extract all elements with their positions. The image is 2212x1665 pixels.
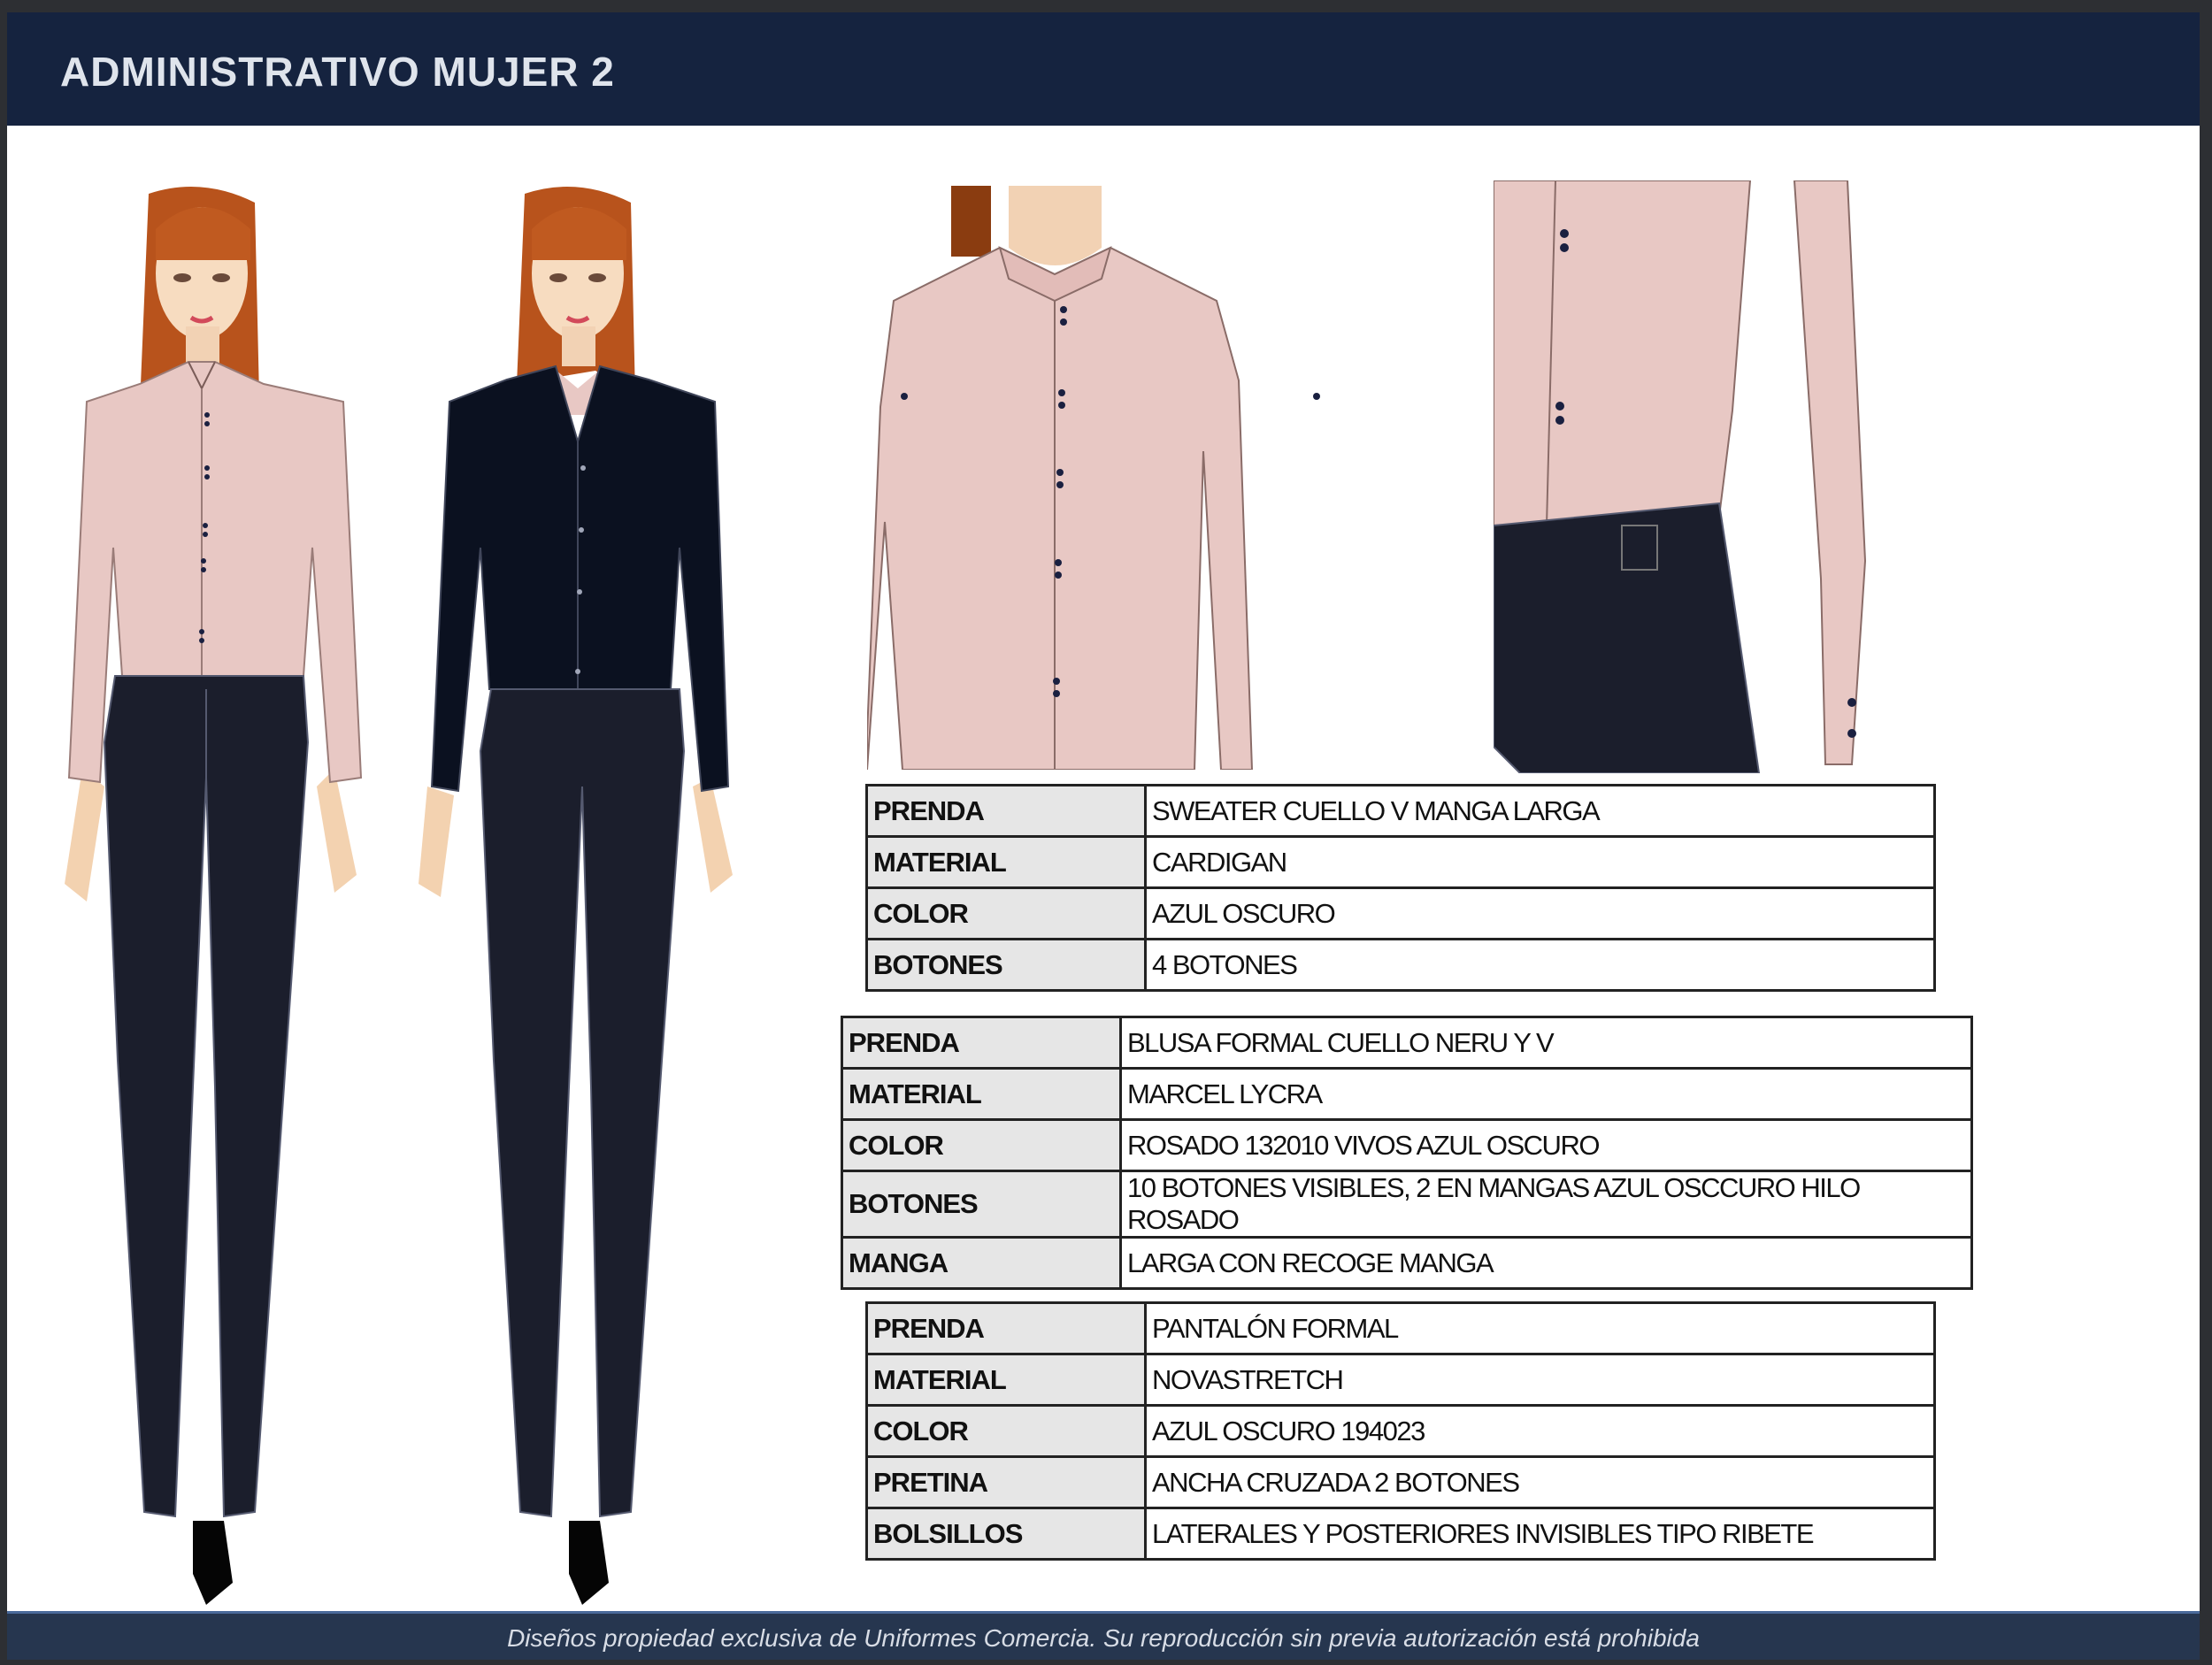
spec-label: MATERIAL bbox=[865, 1353, 1147, 1407]
table-row: MANGA LARGA CON RECOGE MANGA bbox=[841, 1236, 1973, 1290]
table-row: PRENDA PANTALÓN FORMAL bbox=[865, 1301, 1936, 1355]
spec-value: BLUSA FORMAL CUELLO NERU Y V bbox=[1119, 1016, 1973, 1070]
spec-label: BOTONES bbox=[841, 1170, 1122, 1239]
figure-cardigan-outfit bbox=[419, 187, 733, 1605]
table-row: MATERIAL NOVASTRETCH bbox=[865, 1353, 1936, 1407]
table-row: PRENDA BLUSA FORMAL CUELLO NERU Y V bbox=[841, 1016, 1973, 1070]
spec-value: SWEATER CUELLO V MANGA LARGA bbox=[1144, 784, 1936, 838]
spec-label: MANGA bbox=[841, 1236, 1122, 1290]
spec-label: PRENDA bbox=[841, 1016, 1122, 1070]
table-row: BOLSILLOS LATERALES Y POSTERIORES INVISI… bbox=[865, 1507, 1936, 1561]
spec-table-pants: PRENDA PANTALÓN FORMAL MATERIAL NOVASTRE… bbox=[865, 1301, 1936, 1561]
spec-value: AZUL OSCURO 194023 bbox=[1144, 1404, 1936, 1458]
table-row: MATERIAL MARCEL LYCRA bbox=[841, 1067, 1973, 1121]
copyright-notice: Diseños propiedad exclusiva de Uniformes… bbox=[507, 1624, 1700, 1652]
blouse-detail-side bbox=[1494, 180, 1867, 773]
table-row: PRETINA ANCHA CRUZADA 2 BOTONES bbox=[865, 1455, 1936, 1509]
table-row: BOTONES 10 BOTONES VISIBLES, 2 EN MANGAS… bbox=[841, 1170, 1973, 1239]
table-row: PRENDA SWEATER CUELLO V MANGA LARGA bbox=[865, 784, 1936, 838]
spec-value: AZUL OSCURO bbox=[1144, 886, 1936, 940]
spec-label: COLOR bbox=[865, 1404, 1147, 1458]
table-row: COLOR AZUL OSCURO bbox=[865, 886, 1936, 940]
spec-table-sweater: PRENDA SWEATER CUELLO V MANGA LARGA MATE… bbox=[865, 784, 1936, 992]
spec-label: PRENDA bbox=[865, 784, 1147, 838]
spec-label: BOTONES bbox=[865, 938, 1147, 992]
table-row: MATERIAL CARDIGAN bbox=[865, 835, 1936, 889]
footer-bar: Diseños propiedad exclusiva de Uniformes… bbox=[7, 1611, 2200, 1660]
spec-value: CARDIGAN bbox=[1144, 835, 1936, 889]
spec-value: 4 BOTONES bbox=[1144, 938, 1936, 992]
page-title: ADMINISTRATIVO MUJER 2 bbox=[60, 49, 615, 95]
spec-table-blouse: PRENDA BLUSA FORMAL CUELLO NERU Y V MATE… bbox=[841, 1016, 1973, 1290]
spec-label: PRETINA bbox=[865, 1455, 1147, 1509]
spec-value: NOVASTRETCH bbox=[1144, 1353, 1936, 1407]
spec-label: MATERIAL bbox=[841, 1067, 1122, 1121]
spec-value: LATERALES Y POSTERIORES INVISIBLES TIPO … bbox=[1144, 1507, 1936, 1561]
spec-value: LARGA CON RECOGE MANGA bbox=[1119, 1236, 1973, 1290]
blouse-detail-front bbox=[867, 186, 1320, 770]
spec-label: MATERIAL bbox=[865, 835, 1147, 889]
table-row: BOTONES 4 BOTONES bbox=[865, 938, 1936, 992]
spec-value: 10 BOTONES VISIBLES, 2 EN MANGAS AZUL OS… bbox=[1119, 1170, 1973, 1239]
header-bar: ADMINISTRATIVO MUJER 2 bbox=[7, 12, 2200, 126]
table-row: COLOR AZUL OSCURO 194023 bbox=[865, 1404, 1936, 1458]
spec-value: ANCHA CRUZADA 2 BOTONES bbox=[1144, 1455, 1936, 1509]
spec-label: COLOR bbox=[865, 886, 1147, 940]
figure-blouse-outfit bbox=[65, 187, 363, 1605]
spec-value: PANTALÓN FORMAL bbox=[1144, 1301, 1936, 1355]
spec-label: BOLSILLOS bbox=[865, 1507, 1147, 1561]
spec-value: MARCEL LYCRA bbox=[1119, 1067, 1973, 1121]
spec-value: ROSADO 132010 VIVOS AZUL OSCURO bbox=[1119, 1118, 1973, 1172]
table-row: COLOR ROSADO 132010 VIVOS AZUL OSCURO bbox=[841, 1118, 1973, 1172]
spec-label: COLOR bbox=[841, 1118, 1122, 1172]
catalog-sheet: ADMINISTRATIVO MUJER 2 PRENDA SWEATER CU… bbox=[7, 12, 2200, 1660]
spec-label: PRENDA bbox=[865, 1301, 1147, 1355]
